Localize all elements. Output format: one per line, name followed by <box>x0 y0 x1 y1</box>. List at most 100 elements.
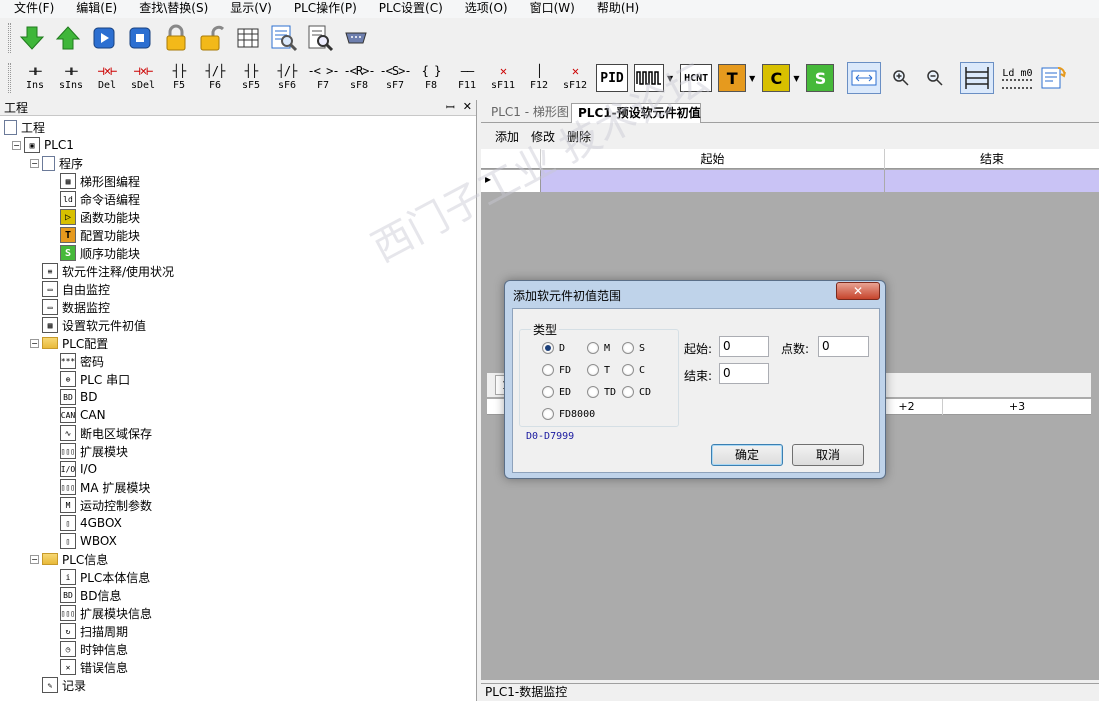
collapse-toggle-icon[interactable]: − <box>30 554 39 564</box>
ladder-mode-button[interactable] <box>960 62 995 94</box>
tree-item[interactable]: 工程 <box>0 118 476 136</box>
no-contact-button[interactable]: ┤├ F5 <box>161 60 197 96</box>
tree-item[interactable]: ∿ 断电区域保存 <box>0 424 476 442</box>
radio-type-m[interactable]: M <box>587 342 610 354</box>
radio-dot[interactable] <box>622 386 634 398</box>
lock-button[interactable] <box>161 23 191 53</box>
count-input[interactable]: 0 <box>818 336 869 357</box>
tree-item[interactable]: T 配置功能块 <box>0 226 476 244</box>
set-coil-button[interactable]: -<S>- sF7 <box>377 60 413 96</box>
tree-item[interactable]: *** 密码 <box>0 352 476 370</box>
tree-item[interactable]: ✎ 记录 <box>0 676 476 694</box>
zoom-in-button[interactable] <box>887 64 915 92</box>
delete-hline-button[interactable]: ✕ sF11 <box>485 60 521 96</box>
tree-item[interactable]: ▦ 设置软元件初值 <box>0 316 476 334</box>
menu-options[interactable]: 选项(O) <box>451 0 516 18</box>
shift-insert-button[interactable]: ⊣⊢ sIns <box>53 60 89 96</box>
tree-item[interactable]: M 运动控制参数 <box>0 496 476 514</box>
menu-help[interactable]: 帮助(H) <box>583 0 647 18</box>
tree-item[interactable]: BD BD <box>0 388 476 406</box>
nc-contact-button[interactable]: ┤/├ F6 <box>197 60 233 96</box>
radio-type-c[interactable]: C <box>622 364 645 376</box>
delete-button[interactable]: 删除 <box>567 128 591 145</box>
ladder-view-button[interactable] <box>233 23 263 53</box>
parallel-no-button[interactable]: ┤├ sF5 <box>233 60 269 96</box>
radio-dot[interactable] <box>587 342 599 354</box>
radio-dot[interactable] <box>622 364 634 376</box>
tab-preset-device[interactable]: PLC1-预设软元件初值 <box>571 103 701 123</box>
radio-dot[interactable] <box>542 364 554 376</box>
hcnt-button[interactable]: HCNT <box>680 64 713 92</box>
column-end[interactable]: 结束 <box>885 149 1099 169</box>
toolbar-grip[interactable] <box>8 23 11 53</box>
insert-row-button[interactable]: ⊣⊢ Ins <box>17 60 53 96</box>
timer-button[interactable]: T <box>718 64 747 92</box>
radio-dot[interactable] <box>542 408 554 420</box>
tree-item[interactable]: ≡ 软元件注释/使用状况 <box>0 262 476 280</box>
sequence-button[interactable]: S <box>806 64 835 92</box>
timer-dropdown-icon[interactable]: ▼ <box>749 74 755 83</box>
tree-item[interactable]: ✕ 错误信息 <box>0 658 476 676</box>
convert-button[interactable] <box>1038 64 1067 92</box>
tree-item[interactable]: ▯▯▯ MA 扩展模块 <box>0 478 476 496</box>
counter-button[interactable]: C <box>762 64 791 92</box>
counter-dropdown-icon[interactable]: ▼ <box>793 74 799 83</box>
delete-vline-button[interactable]: ✕ sF12 <box>557 60 593 96</box>
radio-type-s[interactable]: S <box>622 342 645 354</box>
tree-item[interactable]: BD BD信息 <box>0 586 476 604</box>
menu-plc-settings[interactable]: PLC设置(C) <box>365 0 451 18</box>
radio-type-d[interactable]: D <box>542 342 565 354</box>
table-row[interactable]: ▸ <box>481 170 1099 192</box>
delete-row-button[interactable]: ⊣×⊢ Del <box>89 60 125 96</box>
tree-item[interactable]: ▯▯▯ 扩展模块 <box>0 442 476 460</box>
stop-button[interactable] <box>125 23 155 53</box>
pulse-dropdown-icon[interactable]: ▼ <box>667 74 673 83</box>
reset-coil-button[interactable]: -<R>- sF8 <box>341 60 377 96</box>
instruction-button[interactable]: { } F8 <box>413 60 449 96</box>
tree-item[interactable]: ▭ 数据监控 <box>0 298 476 316</box>
inspect-button[interactable] <box>305 23 335 53</box>
tree-item[interactable]: ▭ 自由监控 <box>0 280 476 298</box>
tree-item[interactable]: S 顺序功能块 <box>0 244 476 262</box>
coil-button[interactable]: -< >- F7 <box>305 60 341 96</box>
menu-window[interactable]: 窗口(W) <box>516 0 583 18</box>
modify-button[interactable]: 修改 <box>531 128 555 145</box>
radio-dot[interactable] <box>587 386 599 398</box>
radio-dot[interactable] <box>542 342 554 354</box>
dialog-close-button[interactable]: ✕ <box>836 282 880 300</box>
instruction-list-button[interactable]: Ld m0 <box>999 62 1035 94</box>
collapse-toggle-icon[interactable]: − <box>30 338 39 348</box>
shift-delete-button[interactable]: ⊣×⊢ sDel <box>125 60 161 96</box>
row-header[interactable]: ▸ <box>481 170 541 192</box>
cell-end[interactable] <box>885 170 1099 192</box>
add-button[interactable]: 添加 <box>495 128 519 145</box>
radio-type-ed[interactable]: ED <box>542 386 571 398</box>
fit-width-button[interactable] <box>847 62 882 94</box>
tree-item[interactable]: ▯ 4GBOX <box>0 514 476 532</box>
radio-type-cd[interactable]: CD <box>622 386 651 398</box>
column-start[interactable]: 起始 <box>541 149 885 169</box>
horizontal-line-button[interactable]: —— F11 <box>449 60 485 96</box>
tab-ladder[interactable]: PLC1 - 梯形图 <box>485 103 575 123</box>
tree-item[interactable]: ◷ 时钟信息 <box>0 640 476 658</box>
tree-item[interactable]: I/O I/O <box>0 460 476 478</box>
tree-item[interactable]: ↻ 扫描周期 <box>0 622 476 640</box>
cancel-button[interactable]: 取消 <box>792 444 864 466</box>
vertical-line-button[interactable]: │ F12 <box>521 60 557 96</box>
menu-file[interactable]: 文件(F) <box>0 0 62 18</box>
tree-item[interactable]: ld 命令语编程 <box>0 190 476 208</box>
toolbar-grip[interactable] <box>8 63 11 93</box>
ok-button[interactable]: 确定 <box>711 444 783 466</box>
cell-start[interactable] <box>541 170 885 192</box>
tree-item[interactable]: CAN CAN <box>0 406 476 424</box>
download-button[interactable] <box>17 23 47 53</box>
pulse-button[interactable] <box>634 64 664 92</box>
collapse-toggle-icon[interactable]: − <box>30 158 39 168</box>
menu-find-replace[interactable]: 查找\替换(S) <box>125 0 216 18</box>
radio-dot[interactable] <box>622 342 634 354</box>
radio-type-fd8000[interactable]: FD8000 <box>542 408 595 420</box>
tree-item[interactable]: ▦ 梯形图编程 <box>0 172 476 190</box>
close-icon[interactable]: ✕ <box>463 100 472 115</box>
radio-type-td[interactable]: TD <box>587 386 616 398</box>
serial-port-button[interactable] <box>341 23 371 53</box>
